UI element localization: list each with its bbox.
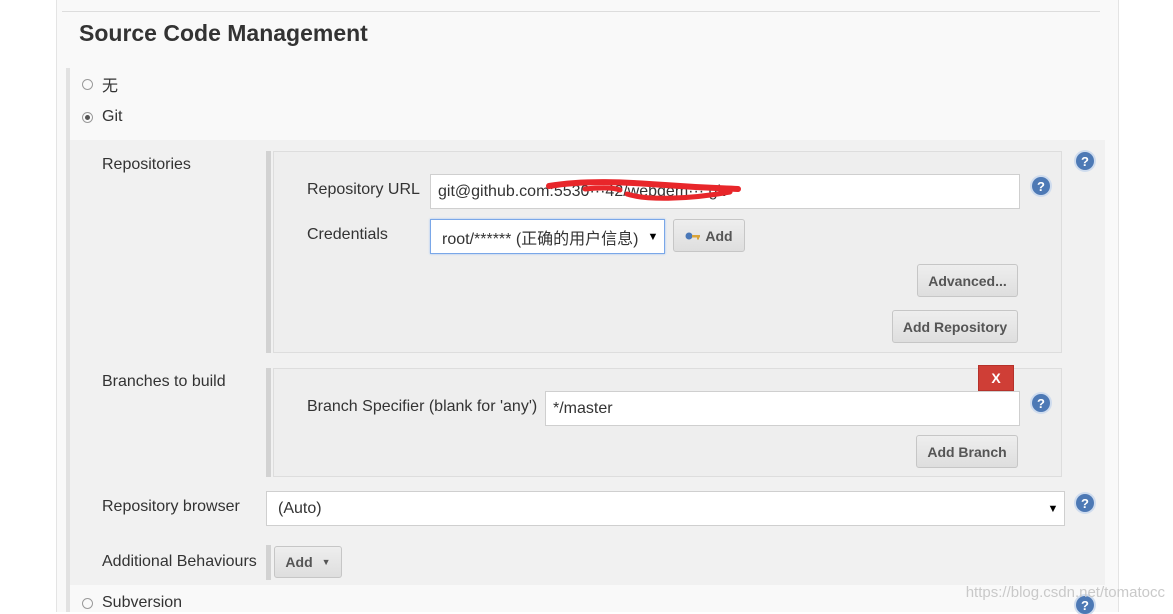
credentials-add-button[interactable]: Add: [673, 219, 745, 252]
help-icon-glyph: ?: [1037, 395, 1045, 411]
credentials-value: root/****** (正确的用户信息): [442, 230, 639, 248]
repository-url-label: Repository URL: [307, 181, 420, 198]
additional-behaviours-add-button[interactable]: Add ▼: [274, 546, 342, 578]
repositories-label: Repositories: [102, 156, 191, 173]
add-repository-button[interactable]: Add Repository: [892, 310, 1018, 343]
help-icon[interactable]: ?: [1032, 394, 1050, 412]
help-icon-glyph: ?: [1081, 153, 1089, 169]
delete-branch-button[interactable]: X: [978, 365, 1014, 391]
scm-option-subversion[interactable]: Subversion: [82, 593, 182, 613]
radio-git[interactable]: [82, 111, 93, 123]
additional-behaviours-label: Additional Behaviours: [102, 553, 257, 570]
repository-browser-select[interactable]: (Auto) ▼: [266, 491, 1065, 526]
scm-option-subversion-label: Subversion: [102, 594, 183, 611]
advanced-button[interactable]: Advanced...: [917, 264, 1018, 297]
repository-url-input[interactable]: [430, 174, 1020, 209]
scm-option-none-label: 无: [102, 78, 119, 95]
branch-specifier-label: Branch Specifier (blank for 'any'): [307, 398, 538, 415]
dropdown-arrow-icon: ▼: [1047, 502, 1059, 515]
help-icon[interactable]: ?: [1032, 177, 1050, 195]
additional-behaviours-add-label: Add: [285, 554, 313, 570]
help-icon-glyph: ?: [1037, 178, 1045, 194]
additional-behaviours-bar: [266, 545, 271, 580]
repositories-bar: [266, 151, 271, 353]
credentials-select[interactable]: root/****** (正确的用户信息) ▼: [430, 219, 665, 254]
credentials-label: Credentials: [307, 226, 388, 243]
add-branch-button[interactable]: Add Branch: [916, 435, 1018, 468]
branch-specifier-input[interactable]: [545, 391, 1020, 426]
branches-bar: [266, 368, 271, 477]
scm-option-none[interactable]: 无: [82, 74, 119, 95]
repository-browser-value: (Auto): [278, 499, 322, 517]
help-icon-glyph: ?: [1081, 495, 1089, 511]
radio-none[interactable]: [82, 78, 93, 90]
scm-option-git-label: Git: [102, 108, 123, 125]
credentials-add-label: Add: [705, 227, 733, 244]
section-title: Source Code Management: [79, 20, 368, 46]
divider: [62, 11, 1100, 12]
repository-browser-label: Repository browser: [102, 498, 240, 515]
radio-subversion[interactable]: [82, 597, 93, 609]
dropdown-arrow-icon: ▼: [647, 230, 659, 243]
branches-label: Branches to build: [102, 373, 226, 390]
caret-down-icon: ▼: [321, 557, 331, 567]
scm-option-git[interactable]: Git: [82, 107, 122, 127]
help-icon[interactable]: ?: [1076, 152, 1094, 170]
help-icon[interactable]: ?: [1076, 494, 1094, 512]
key-icon: [685, 232, 701, 239]
watermark: https://blog.csdn.net/tomatocc: [965, 584, 1165, 601]
